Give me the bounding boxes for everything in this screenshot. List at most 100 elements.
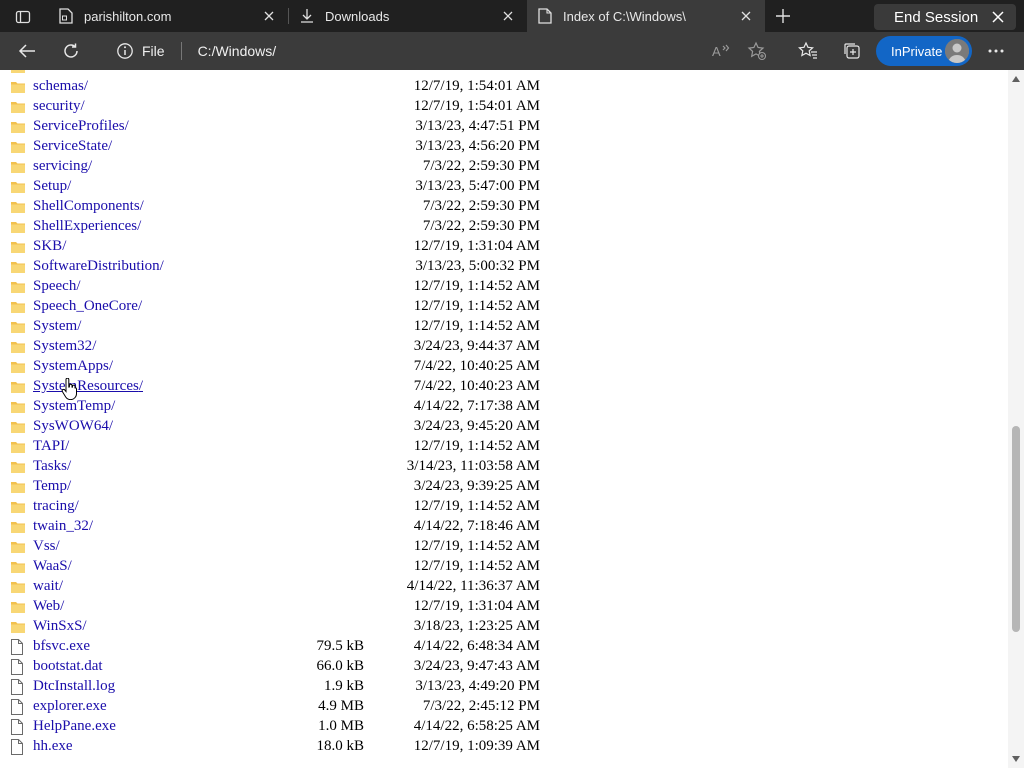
folder-icon [10, 159, 26, 175]
folder-link-partial[interactable]: SerCache/ [33, 70, 95, 72]
address-bar[interactable]: File C:/Windows/ [104, 36, 784, 66]
entry-modified-date: 3/13/23, 5:00:32 PM [415, 258, 540, 274]
listing-row: WinSxS/3/18/23, 1:23:25 AM [0, 617, 1008, 637]
file-link[interactable]: bfsvc.exe [33, 638, 90, 655]
vertical-scrollbar[interactable] [1008, 70, 1024, 768]
folder-icon [10, 439, 26, 455]
entry-modified-date: 12/7/19, 1:14:52 AM [413, 318, 540, 334]
folder-icon [10, 179, 26, 195]
listing-row: WaaS/12/7/19, 1:14:52 AM [0, 557, 1008, 577]
entry-slash: / [83, 78, 88, 94]
listing-row: Vss/12/7/19, 1:14:52 AM [0, 537, 1008, 557]
close-icon[interactable] [497, 5, 519, 27]
folder-link[interactable]: WaaS/ [33, 558, 72, 575]
file-link[interactable]: HelpPane.exe [33, 718, 116, 735]
inprivate-badge[interactable]: InPrivate [876, 36, 972, 66]
folder-link[interactable]: ShellExperiences/ [33, 218, 141, 235]
folder-link[interactable]: Web/ [33, 598, 64, 615]
entry-modified-date: 12/7/19, 1:54:01 AM [413, 78, 540, 94]
folder-icon [10, 519, 26, 535]
file-link[interactable]: DtcInstall.log [33, 678, 115, 695]
back-button[interactable] [12, 36, 42, 66]
entry-slash: / [77, 318, 82, 334]
folder-link[interactable]: Tasks/ [33, 458, 71, 475]
scroll-up-icon[interactable] [1012, 76, 1020, 82]
folder-icon [10, 219, 26, 235]
listing-row: servicing/7/3/22, 2:59:30 PM [0, 157, 1008, 177]
listing-row: schemas/12/7/19, 1:54:01 AM [0, 77, 1008, 97]
favorites-button[interactable] [793, 36, 823, 66]
folder-link[interactable]: ServiceProfiles/ [33, 118, 129, 135]
entry-slash: / [67, 178, 72, 194]
folder-link[interactable]: SystemTemp/ [33, 398, 115, 415]
file-link[interactable]: hh.exe [33, 738, 73, 755]
listing-row: ServiceState/3/13/23, 4:56:20 PM [0, 137, 1008, 157]
end-session-button[interactable]: End Session [874, 4, 1016, 30]
folder-link[interactable]: twain_32/ [33, 518, 93, 535]
scroll-down-icon[interactable] [1012, 756, 1020, 762]
entry-name: Setup [33, 178, 68, 194]
refresh-button[interactable] [56, 36, 86, 66]
tab-index-windows[interactable]: Index of C:\Windows\ [527, 0, 765, 32]
folder-link[interactable]: SKB/ [33, 238, 66, 255]
folder-link[interactable]: ServiceState/ [33, 138, 112, 155]
entry-slash: / [107, 138, 113, 154]
folder-link[interactable]: tracing/ [33, 498, 79, 515]
folder-link[interactable]: SystemResources/ [33, 378, 143, 395]
folder-link[interactable]: TAPI/ [33, 438, 69, 455]
folder-link[interactable]: ShellComponents/ [33, 198, 144, 215]
close-icon[interactable] [735, 5, 757, 27]
add-favorite-button[interactable] [742, 36, 772, 66]
listing-row: ShellComponents/7/3/22, 2:59:30 PM [0, 197, 1008, 217]
entry-name: Speech_OneCore [33, 298, 138, 314]
listing-rows: SerCache/ 12/7/19, 1:14:52 AM schemas/12… [0, 70, 1008, 757]
entry-name: DtcInstall.log [33, 678, 116, 694]
folder-link[interactable]: security/ [33, 98, 85, 115]
entry-modified-date: 7/3/22, 2:59:30 PM [422, 218, 540, 234]
more-icon [988, 49, 1004, 53]
info-icon[interactable] [116, 42, 134, 60]
entry-modified-date: 7/3/22, 2:59:30 PM [422, 158, 540, 174]
file-link[interactable]: explorer.exe [33, 698, 107, 715]
listing-row: SystemApps/7/4/22, 10:40:25 AM [0, 357, 1008, 377]
entry-slash: / [82, 618, 87, 634]
folder-link[interactable]: Setup/ [33, 178, 71, 195]
entry-slash: / [108, 358, 114, 374]
folder-link[interactable]: Vss/ [33, 538, 60, 555]
collections-button[interactable] [837, 36, 867, 66]
entry-size: 4.9 MB [318, 698, 364, 714]
entry-name: ServiceProfiles [33, 118, 125, 134]
tab-downloads[interactable]: Downloads [289, 0, 527, 32]
listing-row: wait/4/14/22, 11:36:37 AM [0, 577, 1008, 597]
entry-modified-date: 7/3/22, 2:45:12 PM [422, 698, 540, 714]
folder-link[interactable]: Speech_OneCore/ [33, 298, 142, 315]
read-aloud-button[interactable]: A [706, 36, 736, 66]
folder-link[interactable]: SysWOW64/ [33, 418, 113, 435]
entry-modified-date: 12/7/19, 1:31:04 AM [413, 598, 540, 614]
folder-link[interactable]: schemas/ [33, 78, 88, 95]
folder-link[interactable]: Temp/ [33, 478, 71, 495]
folder-link[interactable]: WinSxS/ [33, 618, 87, 635]
settings-more-button[interactable] [981, 36, 1011, 66]
folder-link[interactable]: SystemApps/ [33, 358, 113, 375]
file-link[interactable]: bootstat.dat [33, 658, 103, 675]
folder-link[interactable]: wait/ [33, 578, 63, 595]
tab-parishilton[interactable]: parishilton.com [48, 0, 288, 32]
scrollbar-thumb[interactable] [1012, 426, 1020, 632]
new-tab-button[interactable] [770, 4, 796, 28]
listing-row: Web/12/7/19, 1:31:04 AM [0, 597, 1008, 617]
folder-link[interactable]: Speech/ [33, 278, 81, 295]
folder-link[interactable]: SoftwareDistribution/ [33, 258, 164, 275]
entry-name: SystemApps [33, 358, 109, 374]
listing-row: SysWOW64/3/24/23, 9:45:20 AM [0, 417, 1008, 437]
folder-link[interactable]: System32/ [33, 338, 96, 355]
folder-link[interactable]: servicing/ [33, 158, 92, 175]
tab-actions-button[interactable] [8, 6, 38, 28]
entry-modified-date: 12/7/19, 1:31:04 AM [413, 238, 540, 254]
address-path[interactable]: C:/Windows/ [198, 43, 277, 59]
listing-row: ServiceProfiles/3/13/23, 4:47:51 PM [0, 117, 1008, 137]
close-icon[interactable] [258, 5, 280, 27]
listing-row: SKB/12/7/19, 1:31:04 AM [0, 237, 1008, 257]
entry-modified-date: 4/14/22, 7:18:46 AM [413, 518, 540, 534]
folder-link[interactable]: System/ [33, 318, 81, 335]
